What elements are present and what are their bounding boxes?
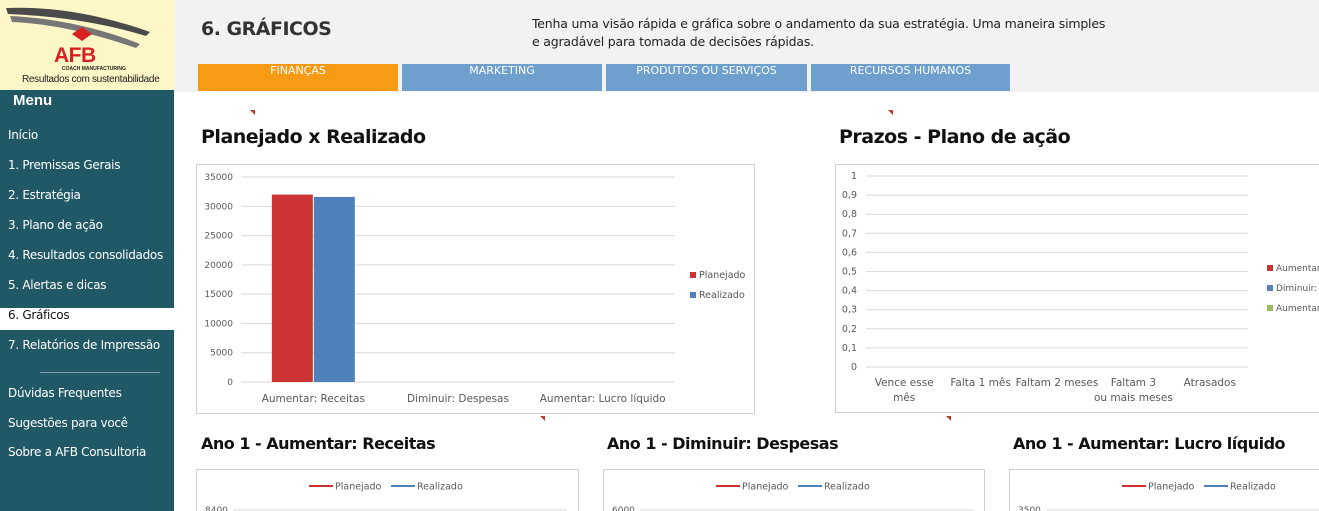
legend-label: Realizado [824, 482, 870, 493]
logo-subtitle: COACH MANUFACTURING [62, 66, 126, 72]
legend-label: Planejado [335, 482, 382, 493]
legend-swatch [690, 292, 696, 298]
bar-planejado [271, 194, 313, 382]
section-title-lucro: Ano 1 - Aumentar: Lucro líquido [1013, 434, 1286, 453]
x-category-label: mês [893, 392, 915, 404]
line-chart-lucro: Planejado Realizado 3500 [1018, 482, 1319, 511]
y-tick-label: 0,6 [842, 247, 857, 258]
chart-receitas[interactable]: Planejado Realizado 8400 [196, 469, 579, 511]
menu-item-inicio[interactable]: Início [0, 128, 174, 150]
legend-swatch [690, 272, 696, 278]
y-tick-label: 15000 [204, 290, 233, 300]
legend-swatch [1267, 285, 1273, 291]
legend-label: Realizado [1230, 482, 1276, 493]
menu-item-resultados[interactable]: 4. Resultados consolidados [0, 248, 174, 270]
line-chart-despesas: Planejado Realizado 6000 [612, 482, 974, 511]
page-description: Tenha uma visão rápida e gráfica sobre o… [532, 16, 1106, 49]
y-tick-label: 8400 [205, 506, 228, 511]
legend-label: Aumentar [1276, 264, 1319, 274]
chart-planejado-realizado[interactable]: 0 5000 10000 15000 20000 25000 30000 35000 Aumen… [196, 164, 755, 414]
page-title: 6. GRÁFICOS [201, 18, 332, 40]
tab-produtos-servicos[interactable]: PRODUTOS OU SERVIÇOS [606, 64, 807, 91]
line-chart-receitas: Planejado Realizado 8400 [205, 482, 567, 511]
y-tick-label: 0,2 [842, 324, 857, 335]
chart-lucro[interactable]: Planejado Realizado 3500 [1009, 469, 1319, 511]
bar-chart-planejado-realizado: 0 5000 10000 15000 20000 25000 30000 35000 Aumen… [204, 173, 746, 405]
y-tick-label: 35000 [204, 173, 233, 183]
legend-swatch [1267, 305, 1273, 311]
legend-label: Aumentar [1276, 304, 1319, 314]
menu-item-alertas[interactable]: 5. Alertas e dicas [0, 278, 174, 300]
y-tick-label: 0,4 [842, 286, 857, 297]
cell-comment-marker [888, 110, 893, 115]
menu-item-sugestoes[interactable]: Sugestões para você [0, 416, 174, 438]
y-tick-label: 1 [851, 171, 857, 182]
menu-item-duvidas[interactable]: Dúvidas Frequentes [0, 386, 174, 408]
logo-tagline: Resultados com sustentabilidade [22, 74, 160, 85]
app-window: AFB COACH MANUFACTURING Resultados com s… [0, 0, 1319, 511]
section-title-prazos: Prazos - Plano de ação [839, 126, 1071, 148]
section-title-planejado-realizado: Planejado x Realizado [201, 126, 426, 148]
x-category-label: Diminuir: Despesas [407, 393, 509, 405]
x-category-label: ou mais meses [1094, 392, 1173, 404]
x-category-label: Vence esse [875, 377, 934, 389]
x-category-label: Faltam 3 [1111, 377, 1156, 389]
chart-despesas[interactable]: Planejado Realizado 6000 [603, 469, 985, 511]
section-title-receitas: Ano 1 - Aumentar: Receitas [201, 434, 436, 453]
legend-label: Realizado [699, 290, 745, 301]
menu-title: Menu [13, 92, 53, 109]
y-tick-label: 0,8 [842, 209, 857, 220]
tab-recursos-humanos[interactable]: RECURSOS HUMANOS [811, 64, 1010, 91]
legend-label: Planejado [1148, 482, 1195, 493]
bar-realizado [313, 196, 355, 382]
menu-item-plano-acao[interactable]: 3. Plano de ação [0, 218, 174, 240]
menu-item-sobre[interactable]: Sobre a AFB Consultoria [0, 445, 174, 467]
menu-item-graficos[interactable]: 6. Gráficos [0, 308, 174, 330]
y-tick-label: 30000 [204, 202, 233, 212]
x-category-label: Aumentar: Lucro líquido [540, 393, 666, 405]
y-tick-label: 6000 [612, 506, 635, 511]
logo: AFB COACH MANUFACTURING Resultados com s… [0, 0, 174, 90]
y-tick-label: 0,7 [842, 228, 857, 239]
cell-comment-marker [946, 416, 951, 421]
y-tick-label: 0,3 [842, 305, 857, 316]
bar-chart-prazos: 0 0,1 0,2 0,3 0,4 0,5 0,6 0,7 0,8 0,9 1 Vence esse m… [842, 171, 1319, 404]
y-tick-label: 0 [851, 362, 857, 373]
menu-item-estrategia[interactable]: 2. Estratégia [0, 188, 174, 210]
menu-divider [40, 372, 160, 373]
tab-marketing[interactable]: MARKETING [402, 64, 602, 91]
x-category-label: Aumentar: Receitas [262, 393, 365, 405]
y-tick-label: 0,9 [842, 190, 857, 201]
y-tick-label: 25000 [204, 232, 233, 242]
x-category-label: Falta 1 mês [950, 377, 1011, 389]
cell-comment-marker [250, 110, 255, 115]
y-tick-label: 0,5 [842, 267, 857, 278]
logo-text: AFB [54, 44, 96, 67]
x-category-label: Atrasados [1184, 377, 1236, 389]
legend-label: Diminuir: [1276, 284, 1317, 294]
section-title-despesas: Ano 1 - Diminuir: Despesas [607, 434, 839, 453]
y-tick-label: 5000 [210, 349, 233, 359]
y-tick-label: 0,1 [842, 343, 857, 354]
sidebar: AFB COACH MANUFACTURING Resultados com s… [0, 0, 174, 511]
y-tick-label: 0 [227, 378, 233, 388]
cell-comment-marker [540, 416, 545, 421]
y-tick-label: 20000 [204, 261, 233, 271]
legend-label: Planejado [699, 270, 746, 281]
legend-label: Realizado [417, 482, 463, 493]
menu-item-premissas[interactable]: 1. Premissas Gerais [0, 158, 174, 180]
y-tick-label: 10000 [204, 319, 233, 329]
legend-swatch [1267, 265, 1273, 271]
legend-label: Planejado [742, 482, 789, 493]
x-category-label: Faltam 2 meses [1016, 377, 1099, 389]
tab-financas[interactable]: FINANÇAS [198, 64, 398, 91]
menu-item-relatorios[interactable]: 7. Relatórios de Impressão [0, 338, 174, 360]
y-tick-label: 3500 [1018, 506, 1041, 511]
chart-prazos[interactable]: 0 0,1 0,2 0,3 0,4 0,5 0,6 0,7 0,8 0,9 1 Vence esse m… [835, 164, 1319, 413]
